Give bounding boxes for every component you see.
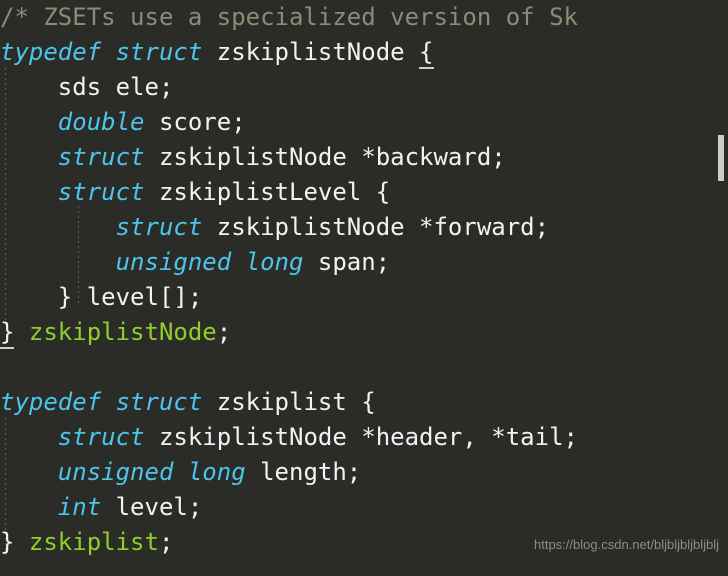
code-line[interactable]: } zskiplistNode; bbox=[0, 315, 728, 350]
code-editor-window: /* ZSETs use a specialized version of Sk… bbox=[0, 0, 728, 576]
code-token-pln: zskiplistNode bbox=[202, 38, 420, 66]
code-token-pln bbox=[0, 248, 116, 276]
vertical-scrollbar-track[interactable] bbox=[716, 0, 728, 576]
code-line[interactable]: } level[]; bbox=[0, 280, 728, 315]
code-token-pln bbox=[0, 143, 58, 171]
code-token-pln: zskiplistNode *header, *tail; bbox=[144, 423, 578, 451]
code-token-brace-match: { bbox=[419, 38, 434, 69]
code-token-pln bbox=[0, 108, 58, 136]
code-token-kw: struct bbox=[115, 213, 203, 241]
code-token-pln: zskiplistLevel { bbox=[144, 178, 391, 206]
code-token-cmt: /* ZSETs use a specialized version of Sk bbox=[0, 3, 578, 31]
code-token-pln: zskiplist { bbox=[202, 388, 376, 416]
code-token-pln: zskiplistNode *forward; bbox=[202, 213, 550, 241]
code-line[interactable]: typedef struct zskiplist { bbox=[0, 385, 728, 420]
code-token-pln bbox=[14, 528, 28, 556]
code-token-pln bbox=[0, 493, 58, 521]
watermark-url: https://blog.csdn.net/bljbljbljbljblj bbox=[534, 537, 719, 552]
vertical-scrollbar-thumb[interactable] bbox=[718, 135, 724, 181]
code-token-pln bbox=[0, 458, 58, 486]
code-token-pln: score; bbox=[144, 108, 246, 136]
code-token-kw: int bbox=[57, 493, 102, 521]
code-token-typ: zskiplist bbox=[28, 528, 159, 556]
code-token-pln bbox=[0, 178, 58, 206]
code-token-kw: unsigned long bbox=[57, 458, 246, 486]
code-token-pln: length; bbox=[245, 458, 362, 486]
code-token-kw: typedef struct bbox=[0, 38, 203, 66]
code-line[interactable]: /* ZSETs use a specialized version of Sk bbox=[0, 0, 728, 35]
code-token-pln: } level[]; bbox=[0, 283, 203, 311]
code-line[interactable]: struct zskiplistNode *header, *tail; bbox=[0, 420, 728, 455]
code-token-pln: ; bbox=[158, 528, 174, 556]
code-token-pln bbox=[14, 318, 28, 346]
code-line[interactable]: typedef struct zskiplistNode { bbox=[0, 35, 728, 70]
code-token-pln: span; bbox=[303, 248, 391, 276]
code-token-brace-match: } bbox=[0, 318, 15, 349]
code-token-pln bbox=[0, 423, 58, 451]
code-token-kw: double bbox=[57, 108, 145, 136]
code-token-kw: struct bbox=[57, 143, 145, 171]
code-line[interactable]: unsigned long span; bbox=[0, 245, 728, 280]
code-line[interactable] bbox=[0, 350, 728, 385]
code-line[interactable]: struct zskiplistLevel { bbox=[0, 175, 728, 210]
code-content[interactable]: /* ZSETs use a specialized version of Sk… bbox=[0, 0, 728, 576]
code-token-kw: unsigned long bbox=[115, 248, 304, 276]
code-token-typ: zskiplistNode bbox=[28, 318, 217, 346]
code-token-pln: zskiplistNode *backward; bbox=[144, 143, 506, 171]
code-line[interactable]: unsigned long length; bbox=[0, 455, 728, 490]
code-token-pln: level; bbox=[101, 493, 203, 521]
code-token-pln: } bbox=[0, 528, 15, 556]
code-line[interactable]: double score; bbox=[0, 105, 728, 140]
code-token-kw: struct bbox=[57, 178, 145, 206]
code-token-kw: typedef struct bbox=[0, 388, 203, 416]
code-token-pln bbox=[0, 213, 116, 241]
code-line[interactable]: struct zskiplistNode *backward; bbox=[0, 140, 728, 175]
code-token-pln: sds ele; bbox=[0, 73, 174, 101]
code-line[interactable]: struct zskiplistNode *forward; bbox=[0, 210, 728, 245]
code-token-pln: ; bbox=[216, 318, 232, 346]
code-line[interactable]: int level; bbox=[0, 490, 728, 525]
code-token-kw: struct bbox=[57, 423, 145, 451]
code-line[interactable]: sds ele; bbox=[0, 70, 728, 105]
